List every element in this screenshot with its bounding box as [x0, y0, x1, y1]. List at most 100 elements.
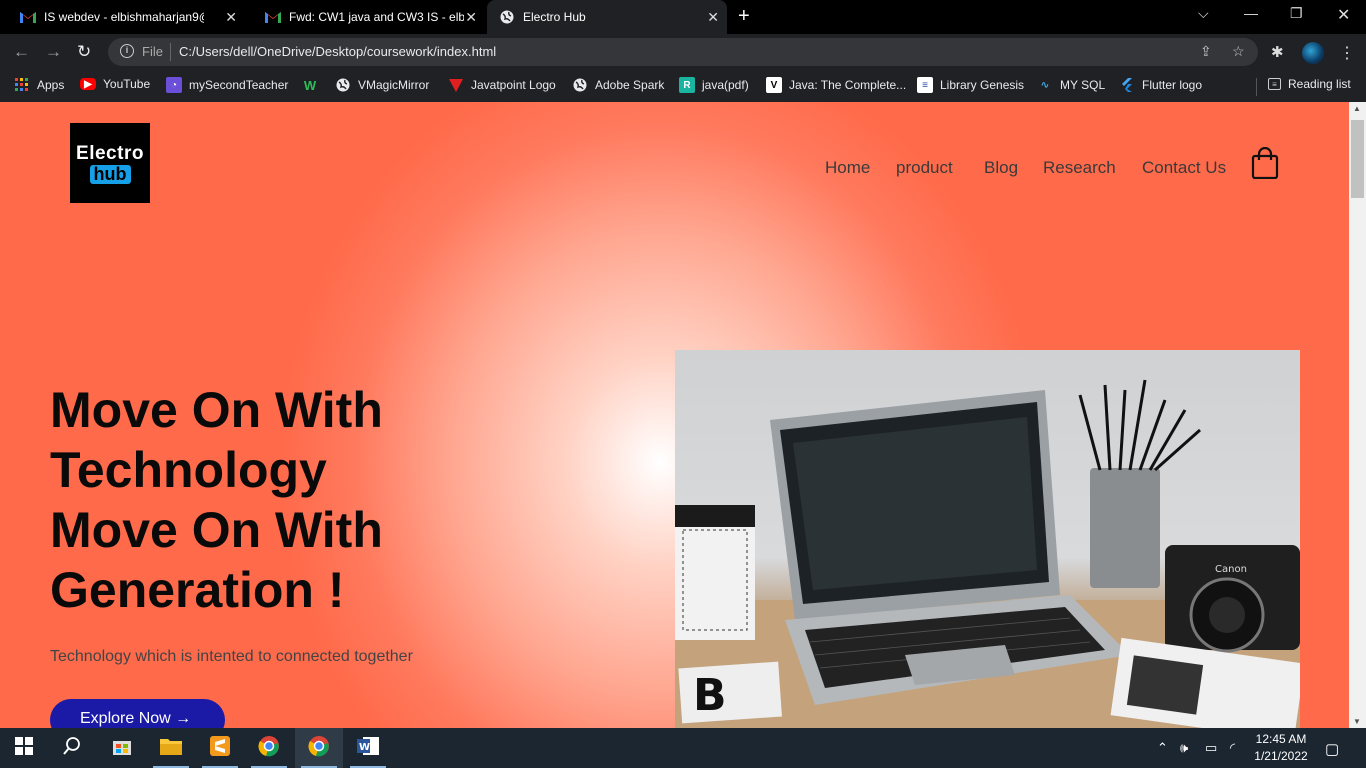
close-tab-icon[interactable]: ✕: [465, 9, 477, 26]
bookmark-adobe-spark[interactable]: Adobe Spark: [572, 77, 664, 93]
scroll-down-arrow-icon[interactable]: ▼: [1353, 717, 1361, 726]
taskbar-sublime-text[interactable]: [196, 728, 244, 768]
windows-icon: [15, 736, 33, 760]
nav-home[interactable]: Home: [825, 158, 870, 178]
nav-product[interactable]: product: [896, 158, 953, 178]
logo-text-electro: Electro: [76, 143, 144, 164]
info-icon[interactable]: i: [120, 44, 134, 58]
bookmark-java-pdf[interactable]: R java(pdf): [679, 77, 749, 93]
bookmark-label: Adobe Spark: [595, 78, 665, 92]
gmail-icon: [20, 9, 36, 25]
new-tab-button[interactable]: +: [738, 5, 750, 28]
gmail-icon: [265, 9, 281, 25]
forward-icon[interactable]: →: [45, 42, 62, 62]
close-window-icon[interactable]: ✕: [1337, 5, 1350, 25]
bookmark-mysql[interactable]: ∿ MY SQL: [1037, 77, 1105, 93]
taskbar-file-explorer[interactable]: [147, 728, 195, 768]
file-label: File: [142, 44, 163, 59]
browser-tab-bar: IS webdev - elbishmaharjan9@gmail.com ✕ …: [0, 0, 1366, 34]
globe-icon: [572, 77, 588, 93]
wifi-icon[interactable]: ◜: [1230, 740, 1235, 756]
sublime-text-icon: [210, 735, 230, 761]
shopping-bag-icon[interactable]: [1251, 146, 1279, 180]
bookmark-mysecondteacher[interactable]: ◔ mySecondTeacher: [166, 77, 288, 93]
bookmark-star-icon[interactable]: ☆: [1232, 43, 1245, 60]
profile-avatar[interactable]: [1302, 42, 1324, 64]
bookmarks-bar: Apps ▶ YouTube ◔ mySecondTeacher W VMagi…: [0, 70, 1366, 102]
folder-icon: [160, 737, 182, 760]
reading-list-button[interactable]: ≡ Reading list: [1268, 77, 1351, 91]
bookmark-label: Apps: [37, 78, 65, 92]
bookmark-youtube[interactable]: ▶ YouTube: [80, 77, 150, 91]
tab-search-icon[interactable]: ⌵: [1198, 5, 1209, 22]
word-icon: W: [357, 736, 379, 761]
hero-image-laptop-desk: B Canon: [675, 350, 1300, 728]
nav-research[interactable]: Research: [1043, 158, 1116, 178]
system-clock[interactable]: 12:45 AM 1/21/2022: [1250, 731, 1312, 765]
bookmark-label: MY SQL: [1060, 78, 1106, 92]
explore-now-button[interactable]: Explore Now →: [50, 699, 225, 728]
bookmark-apps[interactable]: Apps: [14, 77, 64, 93]
microsoft-store-icon: [112, 736, 132, 761]
divider: [170, 43, 171, 61]
tab-electro-hub[interactable]: Electro Hub ✕: [487, 0, 727, 34]
divider: [1256, 78, 1257, 96]
close-tab-icon[interactable]: ✕: [707, 9, 719, 26]
bookmark-label: Javatpoint Logo: [471, 78, 556, 92]
extensions-icon[interactable]: ✱: [1271, 43, 1284, 61]
chrome-icon: [308, 735, 330, 762]
logo-text-hub: hub: [89, 165, 131, 184]
svg-text:B: B: [693, 670, 727, 721]
hero-title-line: Generation !: [50, 562, 345, 618]
taskbar-store[interactable]: [98, 728, 146, 768]
v-logo-icon: V: [766, 77, 782, 93]
reading-list-label: Reading list: [1288, 77, 1351, 91]
back-icon[interactable]: ←: [13, 42, 30, 62]
share-icon[interactable]: ⇪: [1200, 43, 1212, 60]
svg-text:Canon: Canon: [1215, 564, 1247, 575]
taskbar-chrome-2[interactable]: [295, 728, 343, 768]
nav-blog[interactable]: Blog: [984, 158, 1018, 178]
menu-icon[interactable]: ⋮: [1339, 43, 1355, 63]
url-text[interactable]: C:/Users/dell/OneDrive/Desktop/coursewor…: [179, 44, 496, 59]
page-scrollbar[interactable]: ▲ ▼: [1349, 102, 1366, 728]
bookmark-library-genesis[interactable]: ≡ Library Genesis: [917, 77, 1024, 93]
nav-contact-us[interactable]: Contact Us: [1142, 158, 1226, 178]
battery-icon[interactable]: ▭: [1205, 740, 1217, 756]
restore-icon[interactable]: ❐: [1290, 5, 1303, 22]
bookmark-vmagicmirror[interactable]: VMagicMirror: [335, 77, 429, 93]
flutter-icon: [1119, 77, 1135, 93]
bookmark-label: Java: The Complete...: [789, 78, 907, 92]
site-logo[interactable]: Electro hub: [70, 123, 150, 203]
bookmark-label: Library Genesis: [940, 78, 1025, 92]
youtube-icon: ▶: [80, 78, 96, 90]
volume-icon[interactable]: 🕪: [1180, 740, 1188, 756]
bookmark-javatpoint[interactable]: Javatpoint Logo: [448, 77, 556, 93]
taskbar-word[interactable]: W: [344, 728, 392, 768]
notifications-icon[interactable]: ▢: [1325, 740, 1339, 758]
scrollbar-thumb[interactable]: [1351, 120, 1364, 198]
close-tab-icon[interactable]: ✕: [225, 9, 237, 26]
windows-taskbar: W ⌃ 🕪 ▭ ◜ 12:45 AM 1/21/2022 ▢: [0, 728, 1366, 768]
page-viewport: Electro hub Home product Blog Research C…: [0, 102, 1349, 728]
tab-fwd-cw1[interactable]: Fwd: CW1 java and CW3 IS - elbish ✕: [245, 0, 485, 34]
hero-title-line: Technology: [50, 442, 327, 498]
search-button[interactable]: [48, 728, 96, 768]
address-toolbar: ← → ↻ i File C:/Users/dell/OneDrive/Desk…: [0, 34, 1366, 70]
bookmark-w[interactable]: W: [302, 77, 325, 93]
address-bar[interactable]: i File C:/Users/dell/OneDrive/Desktop/co…: [108, 38, 1258, 66]
taskbar-chrome-1[interactable]: [245, 728, 293, 768]
hero-title-line: Move On With: [50, 382, 383, 438]
bookmark-flutter-logo[interactable]: Flutter logo: [1119, 77, 1202, 93]
scroll-up-arrow-icon[interactable]: ▲: [1353, 104, 1361, 113]
tab-is-webdev[interactable]: IS webdev - elbishmaharjan9@gmail.com ✕: [0, 0, 245, 34]
globe-icon: [335, 77, 351, 93]
library-genesis-icon: ≡: [917, 77, 933, 93]
bookmark-label: YouTube: [103, 77, 151, 91]
reload-icon[interactable]: ↻: [77, 42, 91, 62]
minimize-icon[interactable]: —: [1244, 5, 1258, 21]
start-button[interactable]: [0, 728, 48, 768]
show-hidden-icons-icon[interactable]: ⌃: [1157, 740, 1168, 756]
bookmark-java-complete[interactable]: V Java: The Complete...: [766, 77, 906, 93]
hero-title-line: Move On With: [50, 502, 383, 558]
